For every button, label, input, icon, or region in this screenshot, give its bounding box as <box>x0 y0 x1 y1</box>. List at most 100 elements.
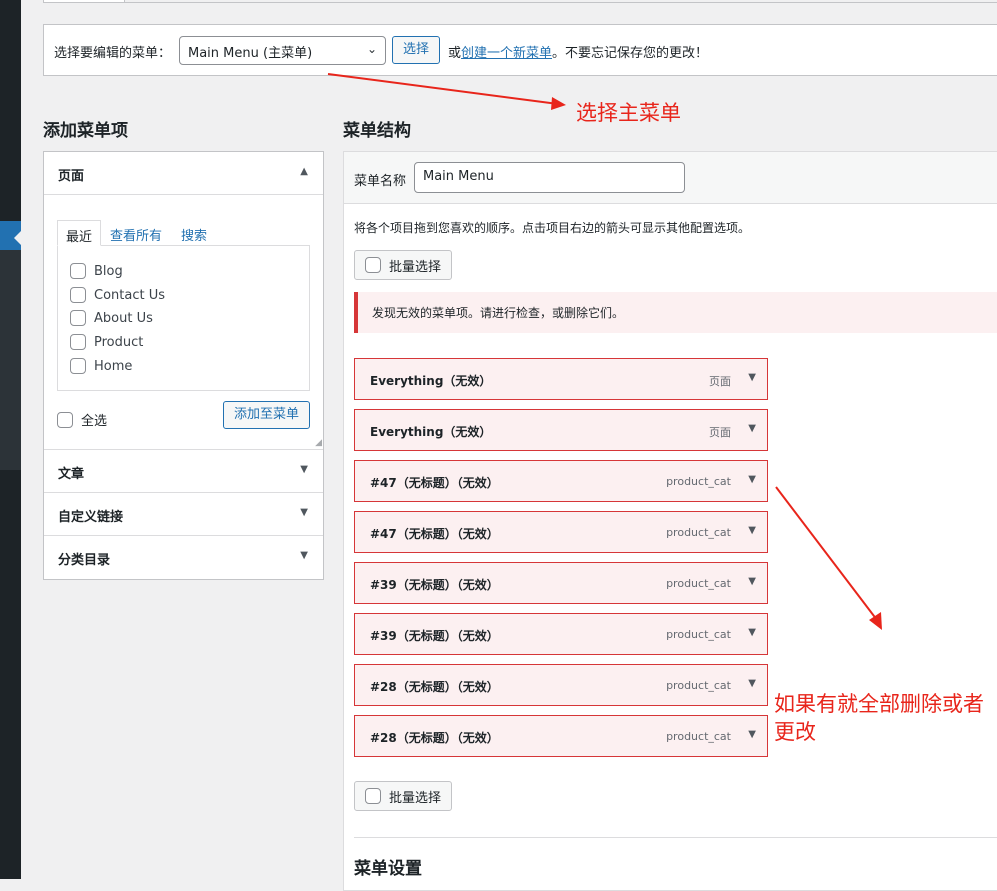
list-item[interactable]: About Us <box>70 310 153 326</box>
menu-item[interactable]: #47（无标题）（无效） product_cat ▼ <box>354 460 768 502</box>
page-checkbox[interactable] <box>70 334 86 350</box>
menu-item-type: product_cat <box>666 526 731 539</box>
select-all-checkbox[interactable] <box>57 411 73 428</box>
resize-handle-icon[interactable]: ◢ <box>315 438 322 448</box>
annotation-delete-note-line2: 更改 <box>774 720 816 744</box>
triangle-up-icon: ▲ <box>300 166 308 177</box>
page-label: Contact Us <box>94 287 165 303</box>
menu-item-title: #47（无标题）（无效） <box>370 527 499 541</box>
pages-section-title: 页面 <box>58 169 85 184</box>
menu-item-title: #28（无标题）（无效） <box>370 731 499 745</box>
categories-section-header[interactable]: 分类目录 ▼ <box>44 536 323 579</box>
menu-item-type: product_cat <box>666 577 731 590</box>
menu-item[interactable]: #39（无标题）（无效） product_cat ▼ <box>354 613 768 655</box>
select-all[interactable]: 全选 <box>57 410 107 429</box>
chevron-down-icon: ⌄ <box>366 42 377 56</box>
menu-settings-heading: 菜单设置 <box>354 859 422 879</box>
tab-recent[interactable]: 最近 <box>57 220 102 246</box>
top-tab[interactable] <box>43 0 125 3</box>
custom-links-section-header[interactable]: 自定义链接 ▼ <box>44 493 323 536</box>
bulk-select-button[interactable]: 批量选择 <box>354 250 452 280</box>
tab-search[interactable]: 搜索 <box>173 220 215 246</box>
menu-structure-heading: 菜单结构 <box>343 121 411 141</box>
custom-links-section-title: 自定义链接 <box>58 510 124 525</box>
menu-item[interactable]: #28（无标题）（无效） product_cat ▼ <box>354 664 768 706</box>
menu-item[interactable]: #39（无标题）（无效） product_cat ▼ <box>354 562 768 604</box>
page-checkbox[interactable] <box>70 263 86 279</box>
menu-select[interactable]: Main Menu (主菜单) ⌄ <box>179 36 386 65</box>
bulk-select-checkbox[interactable] <box>365 788 381 804</box>
bulk-select-label: 批量选择 <box>389 259 442 275</box>
menu-item-title: #28（无标题）（无效） <box>370 680 499 694</box>
annotation-arrow-line <box>327 73 559 105</box>
page-label: Blog <box>94 263 123 279</box>
list-item[interactable]: Contact Us <box>70 287 165 303</box>
menu-item-type: product_cat <box>666 475 731 488</box>
triangle-down-icon[interactable]: ▼ <box>748 627 756 638</box>
list-item[interactable]: Blog <box>70 263 123 279</box>
page-label: Home <box>94 358 133 374</box>
tab-view-all[interactable]: 查看所有 <box>102 220 170 246</box>
invalid-items-notice: 发现无效的菜单项。请进行检查，或删除它们。 <box>354 292 997 333</box>
annotation-arrowhead <box>551 97 566 110</box>
triangle-down-icon[interactable]: ▼ <box>748 678 756 689</box>
triangle-down-icon: ▼ <box>300 464 308 475</box>
annotation-select-main: 选择主菜单 <box>576 101 681 125</box>
triangle-down-icon[interactable]: ▼ <box>748 576 756 587</box>
select-all-label: 全选 <box>81 414 108 429</box>
select-menu-button[interactable]: 选择 <box>392 36 440 64</box>
page-label: Product <box>94 334 144 350</box>
menu-item-type: product_cat <box>666 679 731 692</box>
menu-item-title: #39（无标题）（无效） <box>370 578 499 592</box>
admin-sidebar <box>0 0 21 879</box>
page-checkbox[interactable] <box>70 358 86 374</box>
or-text: 或 <box>448 46 462 61</box>
recent-pages-panel: Blog Contact Us About Us Product Home <box>57 245 310 391</box>
pages-section-header[interactable]: 页面 ▲ <box>44 152 323 195</box>
create-menu-link[interactable]: 创建一个新菜单 <box>461 46 552 61</box>
menu-instructions: 将各个项目拖到您喜欢的顺序。点击项目右边的箭头可显示其他配置选项。 <box>354 221 751 235</box>
menu-item-title: #39（无标题）（无效） <box>370 629 499 643</box>
menu-item-title: #47（无标题）（无效） <box>370 476 499 490</box>
page-checkbox[interactable] <box>70 287 86 303</box>
menu-item-title: Everything（无效） <box>370 374 492 388</box>
menu-name-input[interactable]: Main Menu <box>414 162 685 193</box>
menu-select-value: Main Menu (主菜单) <box>188 46 313 61</box>
triangle-down-icon: ▼ <box>300 507 308 518</box>
bulk-select-checkbox[interactable] <box>365 257 381 273</box>
bulk-select-label: 批量选择 <box>389 790 442 806</box>
categories-section-title: 分类目录 <box>58 553 111 568</box>
section-divider <box>354 837 997 838</box>
posts-section-header[interactable]: 文章 ▼ <box>44 450 323 493</box>
menu-item-type: product_cat <box>666 730 731 743</box>
menu-item[interactable]: Everything（无效） 页面 ▼ <box>354 358 768 400</box>
bulk-select-button-bottom[interactable]: 批量选择 <box>354 781 452 811</box>
triangle-down-icon[interactable]: ▼ <box>748 372 756 383</box>
create-menu-note: 或创建一个新菜单。不要忘记保存您的更改！ <box>448 42 708 61</box>
triangle-down-icon[interactable]: ▼ <box>748 423 756 434</box>
annotation-delete-note-line1: 如果有就全部删除或者 <box>774 692 984 716</box>
add-menu-items-panel: 页面 ▲ 最近 查看所有 搜索 Blog Contact Us About Us… <box>43 151 324 580</box>
triangle-down-icon[interactable]: ▼ <box>748 474 756 485</box>
menu-item[interactable]: #47（无标题）（无效） product_cat ▼ <box>354 511 768 553</box>
pages-section-body: 最近 查看所有 搜索 Blog Contact Us About Us Prod… <box>44 195 323 450</box>
page-label: About Us <box>94 310 153 326</box>
admin-submenu-band <box>0 250 21 470</box>
add-to-menu-button[interactable]: 添加至菜单 <box>223 401 310 429</box>
page-checkbox[interactable] <box>70 310 86 326</box>
menu-item[interactable]: #28（无标题）（无效） product_cat ▼ <box>354 715 768 757</box>
add-menu-items-heading: 添加菜单项 <box>43 121 128 141</box>
list-item[interactable]: Home <box>70 358 132 374</box>
menu-item[interactable]: Everything（无效） 页面 ▼ <box>354 409 768 451</box>
menu-name-row: 菜单名称 Main Menu <box>344 152 997 204</box>
menu-structure-panel: 菜单名称 Main Menu 将各个项目拖到您喜欢的顺序。点击项目右边的箭头可显… <box>343 151 997 891</box>
triangle-down-icon[interactable]: ▼ <box>748 525 756 536</box>
triangle-down-icon[interactable]: ▼ <box>748 729 756 740</box>
menu-name-label: 菜单名称 <box>354 174 407 189</box>
list-item[interactable]: Product <box>70 334 143 350</box>
save-reminder: 。不要忘记保存您的更改！ <box>552 46 709 61</box>
menu-item-type: 页面 <box>709 375 731 388</box>
manage-menus-bar: 选择要编辑的菜单： Main Menu (主菜单) ⌄ 选择 或创建一个新菜单。… <box>43 24 997 76</box>
triangle-down-icon: ▼ <box>300 550 308 561</box>
menu-item-type: 页面 <box>709 426 731 439</box>
